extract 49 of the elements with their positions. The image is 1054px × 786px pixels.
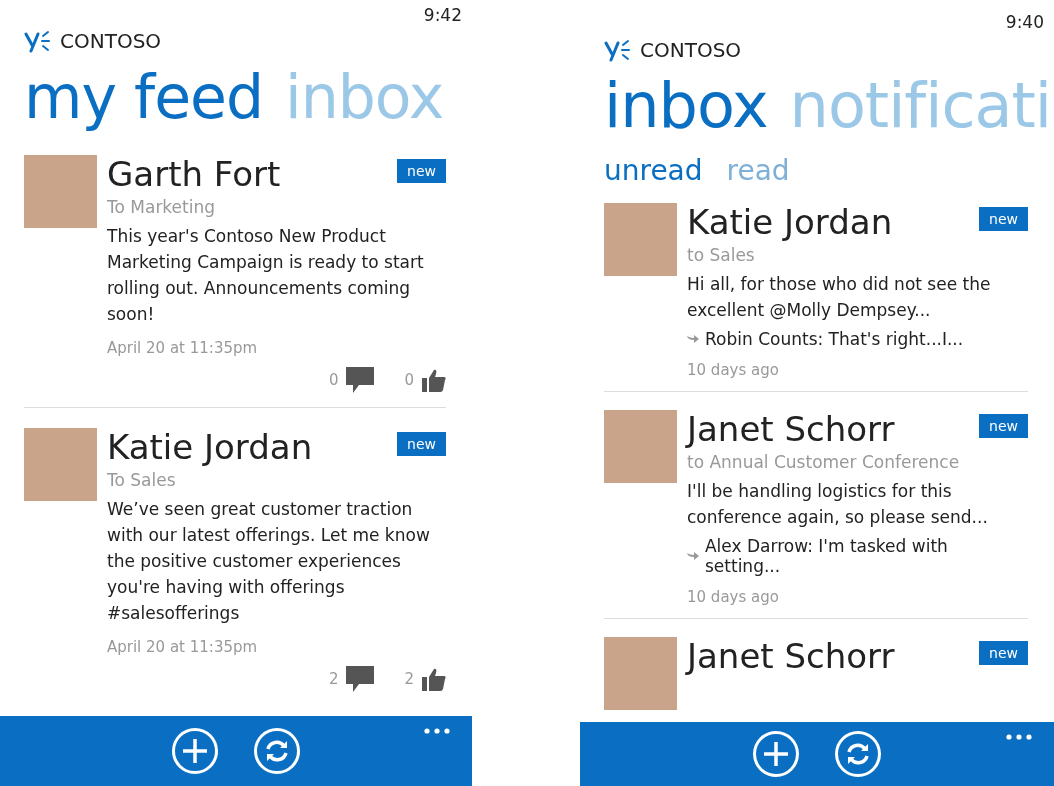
- thumbs-up-icon[interactable]: [422, 667, 446, 691]
- reply-arrow-icon: [687, 551, 699, 561]
- new-badge: new: [397, 159, 446, 183]
- sender-name: Janet Schorr: [687, 410, 895, 448]
- new-badge: new: [979, 414, 1028, 438]
- add-icon[interactable]: [752, 730, 800, 778]
- status-time: 9:40: [1005, 12, 1044, 32]
- author-name: Katie Jordan: [107, 428, 313, 466]
- filter-tab[interactable]: unread: [604, 154, 703, 187]
- pivot-tab[interactable]: inbox: [604, 68, 768, 144]
- sender-name: Katie Jordan: [687, 203, 893, 241]
- message-text: I'll be handling logistics for this conference again, so please send...: [687, 480, 989, 529]
- post-text: We’ve seen great customer traction with our latest offerings. Let me know the positive customer experiences you're having with offerings #salesofferings: [107, 498, 431, 625]
- author-name: Garth Fort: [107, 155, 281, 193]
- comment-icon[interactable]: [346, 666, 375, 692]
- refresh-icon[interactable]: [834, 730, 882, 778]
- recipient-group: to Annual Customer Conference: [687, 452, 1028, 472]
- more-icon[interactable]: [424, 728, 450, 734]
- recipient-group: To Sales: [107, 470, 446, 490]
- timestamp: 10 days ago: [687, 588, 780, 606]
- new-badge: new: [979, 641, 1028, 665]
- timestamp: April 20 at 11:35pm: [107, 638, 259, 656]
- latest-reply: Alex Darrow: I'm tasked with setting...: [705, 536, 949, 576]
- comment-count: 0: [328, 371, 339, 389]
- recipient-group: to Sales: [687, 245, 1028, 265]
- recipient-group: To Marketing: [107, 197, 446, 217]
- comment-count: 2: [328, 670, 339, 688]
- more-icon[interactable]: [1006, 734, 1032, 740]
- reply-arrow-icon: [687, 334, 699, 344]
- comment-icon[interactable]: [346, 367, 375, 393]
- brand-name: CONTOSO: [60, 29, 162, 53]
- sender-name: Janet Schorr: [687, 637, 895, 675]
- new-badge: new: [397, 432, 446, 456]
- thumbs-up-icon[interactable]: [422, 368, 446, 392]
- pivot-tab[interactable]: my feed: [24, 59, 264, 135]
- brand-name: CONTOSO: [640, 38, 742, 62]
- logo-icon: [604, 38, 630, 62]
- like-count: 0: [404, 371, 414, 389]
- message-text: Hi all, for those who did not see the excellent @Molly Dempsey...: [687, 273, 992, 322]
- refresh-icon[interactable]: [253, 727, 301, 775]
- add-icon[interactable]: [171, 727, 219, 775]
- status-time: 9:42: [423, 5, 462, 25]
- timestamp: 10 days ago: [687, 361, 780, 379]
- timestamp: April 20 at 11:35pm: [107, 339, 259, 357]
- post-text: This year's Contoso New Product Marketing Campaign is ready to start rolling out. Announcements coming soon!: [107, 225, 425, 326]
- like-count: 2: [404, 670, 414, 688]
- new-badge: new: [979, 207, 1028, 231]
- logo-icon: [24, 29, 50, 53]
- latest-reply: Robin Counts: That's right...I...: [705, 329, 964, 349]
